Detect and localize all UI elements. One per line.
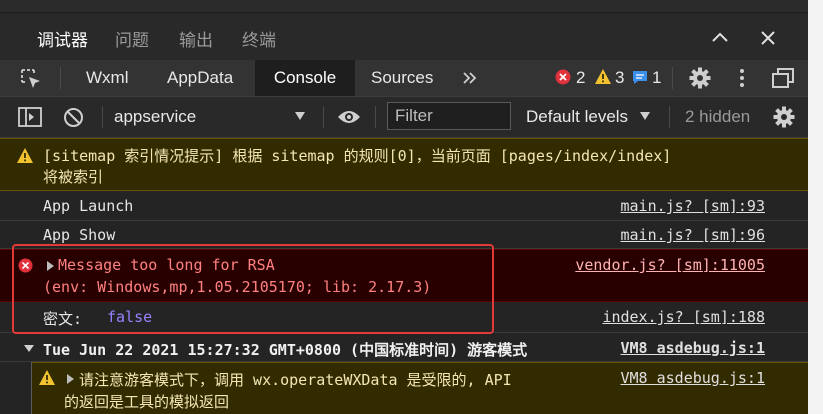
console-log-row: App Launch main.js? [sm]:93 — [0, 192, 808, 221]
sidebar-toggle-icon[interactable] — [18, 107, 42, 127]
panel-tab-bar: 调试器 问题 输出 终端 — [0, 13, 808, 62]
warning-message-line1: [sitemap 索引情况提示] 根据 sitemap 的规则[0]，当前页面 … — [43, 147, 672, 165]
inspect-element-icon[interactable] — [20, 68, 42, 90]
console-toolbar: appservice Filter Default levels 2 hidde… — [0, 97, 808, 138]
tab-problems[interactable]: 问题 — [115, 26, 149, 51]
live-expression-eye-icon[interactable] — [337, 108, 361, 126]
tab-terminal[interactable]: 终端 — [242, 26, 276, 51]
source-link[interactable]: vendor.js? [sm]:11005 — [575, 256, 765, 274]
warning-message-line2: 将被索引 — [43, 168, 104, 186]
source-link[interactable]: index.js? [sm]:188 — [602, 308, 765, 326]
hidden-count[interactable]: 2 hidden — [685, 107, 750, 127]
window-top-strip — [0, 0, 808, 13]
chevron-up-icon[interactable] — [710, 29, 730, 45]
separator — [375, 106, 376, 128]
expand-triangle-icon[interactable] — [66, 374, 75, 384]
separator — [672, 67, 673, 89]
source-link[interactable]: VM8 asdebug.js:1 — [621, 369, 766, 387]
log-message: App Show — [43, 226, 116, 244]
group-title: Tue Jun 22 2021 15:27:32 GMT+0800 (中国标准时… — [43, 341, 528, 359]
levels-arrow-icon[interactable] — [639, 111, 651, 121]
tab-appdata[interactable]: AppData — [167, 60, 233, 96]
source-link[interactable]: main.js? [sm]:96 — [621, 226, 766, 244]
log-message: App Launch — [43, 197, 134, 215]
console-warning-guest: 请注意游客模式下，调用 wx.operateWXData 是受限的, API 的… — [32, 362, 808, 414]
warning-count-icon[interactable] — [594, 68, 612, 85]
dock-window-icon[interactable] — [771, 67, 795, 89]
context-selector[interactable]: appservice — [114, 107, 196, 127]
error-count-icon[interactable] — [555, 69, 571, 85]
console-warning-sitemap: [sitemap 索引情况提示] 根据 sitemap 的规则[0]，当前页面 … — [0, 138, 808, 191]
source-link[interactable]: VM8 asdebug.js:1 — [621, 339, 766, 357]
dropdown-arrow-icon[interactable] — [294, 111, 306, 121]
separator — [323, 106, 324, 128]
info-message-icon[interactable] — [632, 70, 648, 85]
highlight-box — [12, 244, 494, 334]
warning-icon — [16, 147, 34, 164]
devtools-tab-bar: Wxml AppData Console Sources 2 3 1 — [0, 60, 808, 97]
separator — [102, 106, 103, 128]
tab-debugger[interactable]: 调试器 — [37, 26, 88, 51]
tab-output[interactable]: 输出 — [179, 26, 213, 51]
console-group-header[interactable]: Tue Jun 22 2021 15:27:32 GMT+0800 (中国标准时… — [0, 334, 808, 362]
more-vertical-icon[interactable] — [738, 67, 746, 89]
info-count[interactable]: 1 — [652, 68, 661, 88]
collapse-triangle-icon[interactable] — [24, 344, 34, 353]
error-count[interactable]: 2 — [576, 68, 585, 88]
tab-sources[interactable]: Sources — [371, 60, 433, 96]
warning-count[interactable]: 3 — [615, 68, 624, 88]
source-link[interactable]: main.js? [sm]:93 — [621, 197, 766, 215]
warning-message-line1: 请注意游客模式下，调用 wx.operateWXData 是受限的, API — [79, 371, 512, 389]
tab-console[interactable]: Console — [255, 60, 355, 96]
filter-input[interactable]: Filter — [387, 102, 511, 130]
warning-icon — [38, 369, 56, 386]
clear-console-icon[interactable] — [63, 107, 84, 128]
right-gutter — [808, 0, 823, 414]
settings-gear-icon[interactable] — [689, 67, 711, 89]
console-settings-gear-icon[interactable] — [773, 106, 795, 128]
separator — [60, 67, 61, 89]
tab-wxml[interactable]: Wxml — [86, 60, 128, 96]
warning-message-line2: 的返回是工具的模拟返回 — [64, 393, 230, 411]
close-icon[interactable] — [759, 29, 777, 47]
log-levels-dropdown[interactable]: Default levels — [526, 107, 628, 127]
separator — [669, 106, 670, 128]
more-tabs-chevron-icon[interactable] — [462, 70, 478, 86]
